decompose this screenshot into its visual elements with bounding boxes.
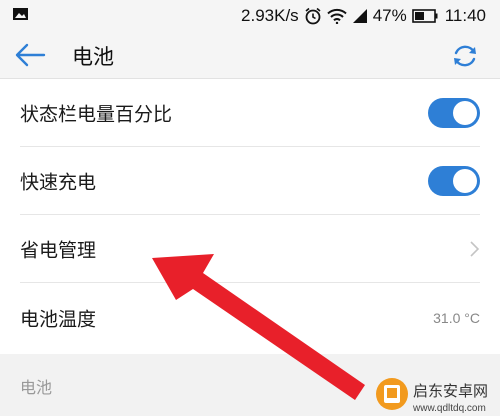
battery-percentage-toggle[interactable]	[428, 98, 480, 128]
signal-icon	[352, 9, 367, 23]
setting-label: 状态栏电量百分比	[20, 103, 173, 126]
setting-row-battery-percentage[interactable]: 状态栏电量百分比	[0, 79, 500, 147]
network-speed: 2.93K/s	[241, 6, 299, 25]
setting-row-fast-charging[interactable]: 快速充电	[0, 147, 500, 215]
watermark-logo: 启东安卓网 www.qdltdq.com	[376, 378, 488, 414]
clock: 11:40	[444, 6, 486, 25]
wifi-icon	[326, 8, 347, 24]
toggle-knob	[453, 169, 477, 193]
status-bar: 2.93K/s 47% 11:40	[0, 0, 500, 32]
alarm-icon	[305, 7, 321, 25]
refresh-icon	[454, 45, 476, 67]
setting-row-power-saving[interactable]: 省电管理	[0, 215, 500, 283]
chevron-right-icon	[470, 241, 480, 257]
refresh-button[interactable]	[450, 41, 480, 71]
page-title: 电池	[72, 45, 114, 69]
fast-charging-toggle[interactable]	[428, 166, 480, 196]
svg-text:www.qdltdq.com: www.qdltdq.com	[412, 403, 486, 414]
setting-row-battery-temperature: 电池温度 31.0 °C	[0, 284, 500, 352]
back-arrow-icon	[15, 43, 46, 67]
back-button[interactable]	[12, 39, 48, 71]
setting-label: 电池温度	[20, 308, 97, 331]
section-header: 电池	[20, 378, 53, 397]
image-icon	[13, 8, 28, 20]
battery-temperature-value: 31.0 °C	[433, 310, 480, 326]
setting-label: 省电管理	[20, 239, 97, 262]
svg-text:启东安卓网: 启东安卓网	[413, 382, 488, 400]
divider	[20, 282, 480, 283]
battery-percent: 47%	[372, 6, 407, 25]
toggle-knob	[453, 101, 477, 125]
battery-icon	[411, 9, 438, 23]
setting-label: 快速充电	[20, 171, 97, 194]
app-bar: 电池	[0, 32, 500, 79]
